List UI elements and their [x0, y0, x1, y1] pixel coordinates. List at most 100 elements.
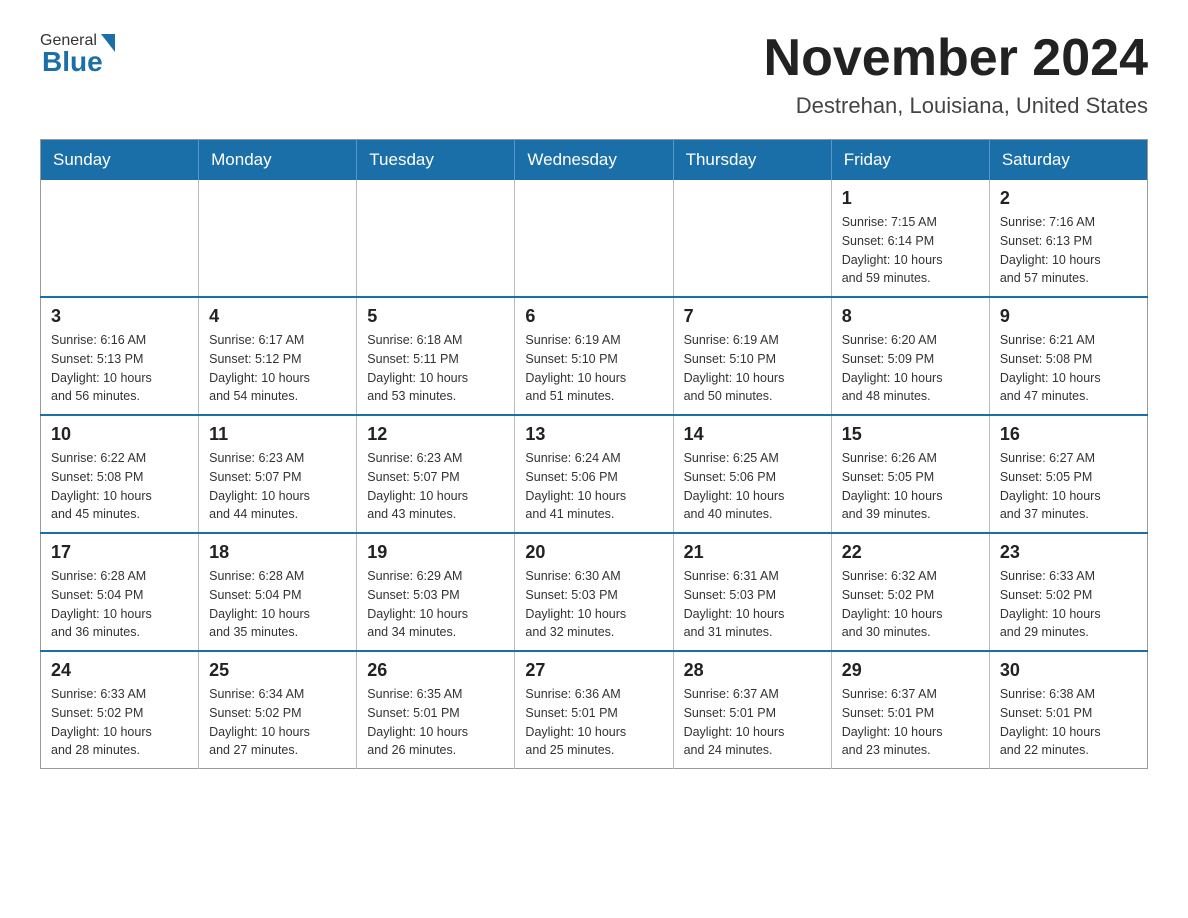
day-info: Sunrise: 6:32 AM Sunset: 5:02 PM Dayligh… — [842, 567, 979, 642]
calendar-cell: 26 Sunrise: 6:35 AM Sunset: 5:01 PM Dayli… — [357, 651, 515, 769]
day-info: Sunrise: 6:31 AM Sunset: 5:03 PM Dayligh… — [684, 567, 821, 642]
day-info: Sunrise: 6:23 AM Sunset: 5:07 PM Dayligh… — [209, 449, 346, 524]
calendar-week-row: 17 Sunrise: 6:28 AM Sunset: 5:04 PM Dayli… — [41, 533, 1148, 651]
day-info: Sunrise: 6:36 AM Sunset: 5:01 PM Dayligh… — [525, 685, 662, 760]
calendar-cell: 4 Sunrise: 6:17 AM Sunset: 5:12 PM Daylig… — [199, 297, 357, 415]
day-number: 24 — [51, 660, 188, 681]
day-info: Sunrise: 6:28 AM Sunset: 5:04 PM Dayligh… — [51, 567, 188, 642]
day-number: 7 — [684, 306, 821, 327]
calendar-week-row: 10Sunrise: 6:22 AM Sunset: 5:08 PM Dayli… — [41, 415, 1148, 533]
logo: General Blue — [40, 30, 115, 78]
day-number: 6 — [525, 306, 662, 327]
day-info: Sunrise: 6:20 AM Sunset: 5:09 PM Dayligh… — [842, 331, 979, 406]
calendar-cell: 7 Sunrise: 6:19 AM Sunset: 5:10 PM Daylig… — [673, 297, 831, 415]
day-number: 29 — [842, 660, 979, 681]
calendar-cell: 22 Sunrise: 6:32 AM Sunset: 5:02 PM Dayli… — [831, 533, 989, 651]
calendar-cell: 14 Sunrise: 6:25 AM Sunset: 5:06 PM Dayli… — [673, 415, 831, 533]
weekday-header-friday: Friday — [831, 140, 989, 181]
day-info: Sunrise: 6:16 AM Sunset: 5:13 PM Dayligh… — [51, 331, 188, 406]
day-info: Sunrise: 6:19 AM Sunset: 5:10 PM Dayligh… — [525, 331, 662, 406]
day-info: Sunrise: 6:22 AM Sunset: 5:08 PM Dayligh… — [51, 449, 188, 524]
calendar-cell — [515, 180, 673, 297]
calendar-cell: 8Sunrise: 6:20 AM Sunset: 5:09 PM Daylig… — [831, 297, 989, 415]
day-info: Sunrise: 6:26 AM Sunset: 5:05 PM Dayligh… — [842, 449, 979, 524]
calendar-cell: 29 Sunrise: 6:37 AM Sunset: 5:01 PM Dayli… — [831, 651, 989, 769]
calendar-cell: 10Sunrise: 6:22 AM Sunset: 5:08 PM Dayli… — [41, 415, 199, 533]
calendar-cell: 30 Sunrise: 6:38 AM Sunset: 5:01 PM Dayli… — [989, 651, 1147, 769]
calendar-cell: 19 Sunrise: 6:29 AM Sunset: 5:03 PM Dayli… — [357, 533, 515, 651]
day-info: Sunrise: 6:30 AM Sunset: 5:03 PM Dayligh… — [525, 567, 662, 642]
day-info: Sunrise: 7:16 AM Sunset: 6:13 PM Dayligh… — [1000, 213, 1137, 288]
day-number: 19 — [367, 542, 504, 563]
day-info: Sunrise: 6:34 AM Sunset: 5:02 PM Dayligh… — [209, 685, 346, 760]
calendar-cell: 27 Sunrise: 6:36 AM Sunset: 5:01 PM Dayli… — [515, 651, 673, 769]
title-area: November 2024 Destrehan, Louisiana, Unit… — [764, 30, 1148, 119]
day-number: 28 — [684, 660, 821, 681]
day-number: 12 — [367, 424, 504, 445]
calendar-cell: 23Sunrise: 6:33 AM Sunset: 5:02 PM Dayli… — [989, 533, 1147, 651]
weekday-header-saturday: Saturday — [989, 140, 1147, 181]
location-subtitle: Destrehan, Louisiana, United States — [764, 93, 1148, 119]
weekday-header-sunday: Sunday — [41, 140, 199, 181]
day-number: 21 — [684, 542, 821, 563]
calendar-cell: 9 Sunrise: 6:21 AM Sunset: 5:08 PM Daylig… — [989, 297, 1147, 415]
calendar-cell: 24 Sunrise: 6:33 AM Sunset: 5:02 PM Dayli… — [41, 651, 199, 769]
calendar-cell: 18Sunrise: 6:28 AM Sunset: 5:04 PM Dayli… — [199, 533, 357, 651]
calendar-cell — [41, 180, 199, 297]
calendar-cell: 16 Sunrise: 6:27 AM Sunset: 5:05 PM Dayli… — [989, 415, 1147, 533]
day-info: Sunrise: 6:33 AM Sunset: 5:02 PM Dayligh… — [1000, 567, 1137, 642]
day-info: Sunrise: 6:21 AM Sunset: 5:08 PM Dayligh… — [1000, 331, 1137, 406]
day-info: Sunrise: 6:37 AM Sunset: 5:01 PM Dayligh… — [684, 685, 821, 760]
day-number: 1 — [842, 188, 979, 209]
day-number: 9 — [1000, 306, 1137, 327]
day-info: Sunrise: 6:35 AM Sunset: 5:01 PM Dayligh… — [367, 685, 504, 760]
day-info: Sunrise: 7:15 AM Sunset: 6:14 PM Dayligh… — [842, 213, 979, 288]
weekday-header-tuesday: Tuesday — [357, 140, 515, 181]
day-number: 30 — [1000, 660, 1137, 681]
day-number: 22 — [842, 542, 979, 563]
calendar-week-row: 24 Sunrise: 6:33 AM Sunset: 5:02 PM Dayli… — [41, 651, 1148, 769]
calendar-table: SundayMondayTuesdayWednesdayThursdayFrid… — [40, 139, 1148, 769]
calendar-cell: 6 Sunrise: 6:19 AM Sunset: 5:10 PM Daylig… — [515, 297, 673, 415]
calendar-cell: 15 Sunrise: 6:26 AM Sunset: 5:05 PM Dayli… — [831, 415, 989, 533]
day-info: Sunrise: 6:38 AM Sunset: 5:01 PM Dayligh… — [1000, 685, 1137, 760]
calendar-cell — [673, 180, 831, 297]
day-info: Sunrise: 6:27 AM Sunset: 5:05 PM Dayligh… — [1000, 449, 1137, 524]
calendar-cell: 12 Sunrise: 6:23 AM Sunset: 5:07 PM Dayli… — [357, 415, 515, 533]
day-info: Sunrise: 6:29 AM Sunset: 5:03 PM Dayligh… — [367, 567, 504, 642]
calendar-cell: 25Sunrise: 6:34 AM Sunset: 5:02 PM Dayli… — [199, 651, 357, 769]
calendar-cell: 2 Sunrise: 7:16 AM Sunset: 6:13 PM Daylig… — [989, 180, 1147, 297]
day-info: Sunrise: 6:37 AM Sunset: 5:01 PM Dayligh… — [842, 685, 979, 760]
day-number: 14 — [684, 424, 821, 445]
day-number: 4 — [209, 306, 346, 327]
calendar-cell: 3Sunrise: 6:16 AM Sunset: 5:13 PM Daylig… — [41, 297, 199, 415]
day-number: 5 — [367, 306, 504, 327]
calendar-cell: 21 Sunrise: 6:31 AM Sunset: 5:03 PM Dayli… — [673, 533, 831, 651]
day-info: Sunrise: 6:23 AM Sunset: 5:07 PM Dayligh… — [367, 449, 504, 524]
day-info: Sunrise: 6:19 AM Sunset: 5:10 PM Dayligh… — [684, 331, 821, 406]
calendar-cell: 17 Sunrise: 6:28 AM Sunset: 5:04 PM Dayli… — [41, 533, 199, 651]
day-info: Sunrise: 6:25 AM Sunset: 5:06 PM Dayligh… — [684, 449, 821, 524]
day-number: 11 — [209, 424, 346, 445]
calendar-cell — [199, 180, 357, 297]
day-number: 16 — [1000, 424, 1137, 445]
weekday-header-wednesday: Wednesday — [515, 140, 673, 181]
calendar-week-row: 1 Sunrise: 7:15 AM Sunset: 6:14 PM Daylig… — [41, 180, 1148, 297]
day-number: 17 — [51, 542, 188, 563]
day-number: 27 — [525, 660, 662, 681]
logo-blue-text: Blue — [42, 46, 103, 78]
day-info: Sunrise: 6:17 AM Sunset: 5:12 PM Dayligh… — [209, 331, 346, 406]
logo-arrow-icon — [101, 34, 115, 52]
day-number: 18 — [209, 542, 346, 563]
day-number: 2 — [1000, 188, 1137, 209]
calendar-cell: 5 Sunrise: 6:18 AM Sunset: 5:11 PM Daylig… — [357, 297, 515, 415]
day-number: 13 — [525, 424, 662, 445]
day-number: 26 — [367, 660, 504, 681]
day-info: Sunrise: 6:18 AM Sunset: 5:11 PM Dayligh… — [367, 331, 504, 406]
day-number: 15 — [842, 424, 979, 445]
month-title: November 2024 — [764, 30, 1148, 87]
calendar-cell — [357, 180, 515, 297]
calendar-cell: 1 Sunrise: 7:15 AM Sunset: 6:14 PM Daylig… — [831, 180, 989, 297]
calendar-cell: 20Sunrise: 6:30 AM Sunset: 5:03 PM Dayli… — [515, 533, 673, 651]
day-info: Sunrise: 6:33 AM Sunset: 5:02 PM Dayligh… — [51, 685, 188, 760]
